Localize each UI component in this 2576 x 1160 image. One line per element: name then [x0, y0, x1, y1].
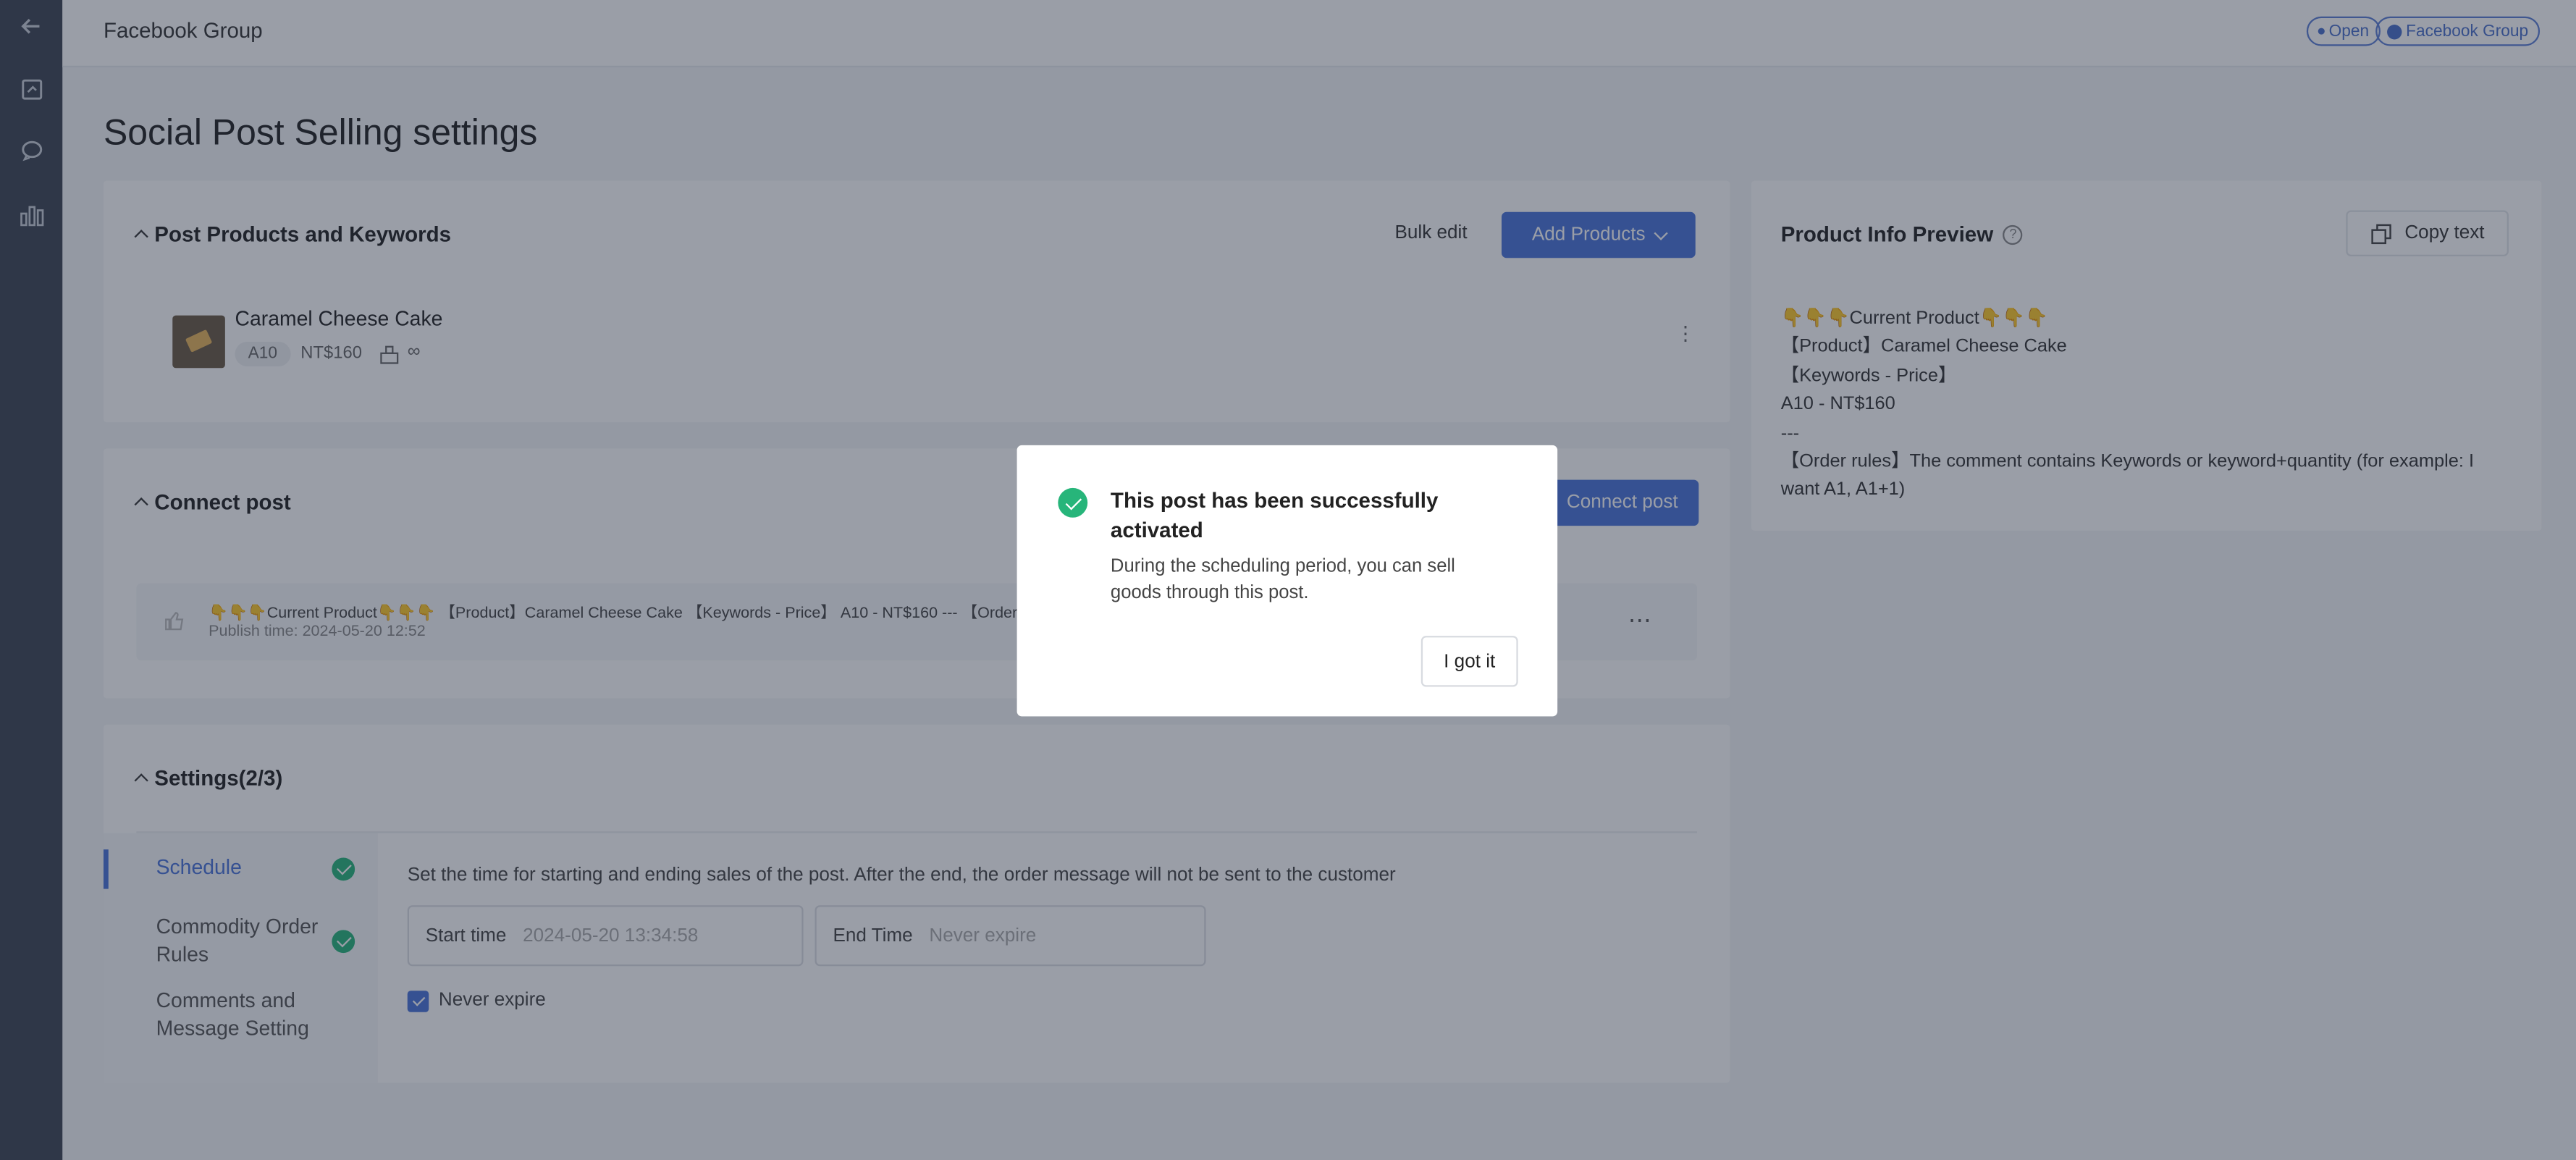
- success-dialog: This post has been successfully activate…: [1016, 445, 1558, 717]
- dialog-title: This post has been successfully activate…: [1110, 487, 1439, 542]
- success-check-icon: [1058, 487, 1088, 518]
- got-it-button[interactable]: I got it: [1420, 636, 1518, 687]
- dialog-message: During the scheduling period, you can se…: [1110, 557, 1455, 603]
